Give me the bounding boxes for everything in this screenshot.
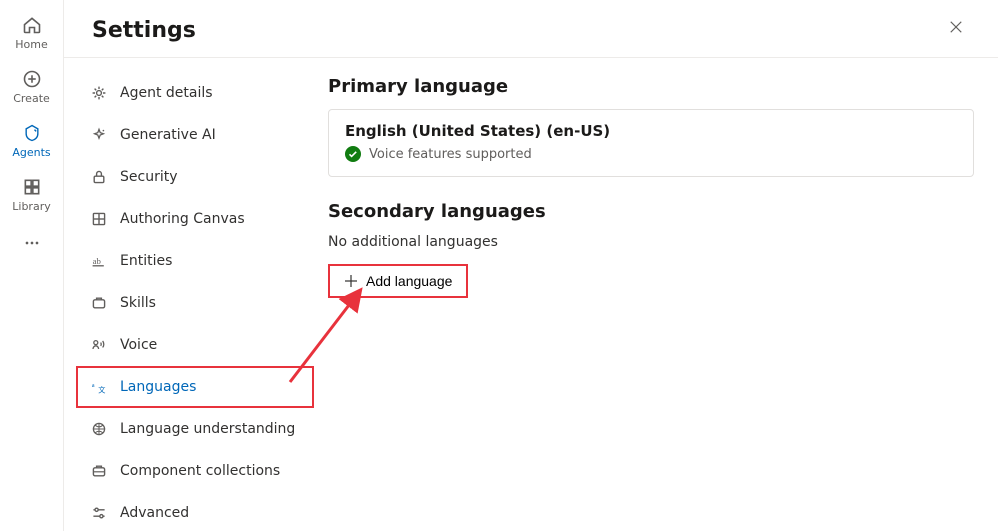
sidebar-item-generative-ai[interactable]: Generative AI — [76, 114, 314, 156]
voice-icon — [90, 336, 108, 354]
svg-text:a: a — [92, 382, 95, 389]
gear-icon — [90, 84, 108, 102]
sidebar-item-voice[interactable]: Voice — [76, 324, 314, 366]
rail-label: Home — [15, 38, 47, 51]
sparkle-icon — [90, 126, 108, 144]
sidebar-item-label: Generative AI — [120, 127, 216, 143]
check-circle-icon — [345, 146, 361, 162]
add-language-highlight: Add language — [328, 264, 468, 298]
sidebar-item-advanced[interactable]: Advanced — [76, 492, 314, 531]
rail-item-create[interactable]: Create — [0, 60, 63, 114]
sidebar-item-skills[interactable]: Skills — [76, 282, 314, 324]
languages-content: Primary language English (United States)… — [314, 58, 998, 531]
rail-label: Create — [13, 92, 50, 105]
skills-icon — [90, 294, 108, 312]
library-icon — [21, 176, 43, 198]
sidebar-item-security[interactable]: Security — [76, 156, 314, 198]
sidebar-item-languages[interactable]: a文 Languages — [76, 366, 314, 408]
agents-icon — [21, 122, 43, 144]
sidebar-item-authoring-canvas[interactable]: Authoring Canvas — [76, 198, 314, 240]
settings-side-nav: Agent details Generative AI Security Aut… — [64, 58, 314, 531]
rail-item-more[interactable] — [0, 224, 63, 263]
page-title: Settings — [92, 18, 942, 43]
sidebar-item-label: Advanced — [120, 505, 189, 521]
sliders-icon — [90, 504, 108, 522]
languages-icon: a文 — [90, 378, 108, 396]
rail-item-library[interactable]: Library — [0, 168, 63, 222]
svg-text:ab: ab — [93, 256, 102, 266]
sidebar-item-language-understanding[interactable]: Language understanding — [76, 408, 314, 450]
global-nav-rail: Home Create Agents Library — [0, 0, 64, 531]
close-icon — [949, 19, 963, 38]
secondary-languages-empty: No additional languages — [328, 234, 974, 250]
sidebar-item-label: Authoring Canvas — [120, 211, 245, 227]
entities-icon: ab — [90, 252, 108, 270]
plus-circle-icon — [21, 68, 43, 90]
sidebar-item-label: Languages — [120, 379, 196, 395]
sidebar-item-entities[interactable]: ab Entities — [76, 240, 314, 282]
canvas-icon — [90, 210, 108, 228]
sidebar-item-component-collections[interactable]: Component collections — [76, 450, 314, 492]
secondary-languages-heading: Secondary languages — [328, 201, 974, 222]
sidebar-item-agent-details[interactable]: Agent details — [76, 72, 314, 114]
rail-label: Agents — [12, 146, 50, 159]
primary-language-name: English (United States) (en-US) — [345, 122, 957, 140]
rail-item-agents[interactable]: Agents — [0, 114, 63, 168]
sidebar-item-label: Security — [120, 169, 178, 185]
primary-language-heading: Primary language — [328, 76, 974, 97]
plus-icon — [344, 274, 358, 288]
sidebar-item-label: Language understanding — [120, 421, 295, 437]
sidebar-item-label: Agent details — [120, 85, 213, 101]
sidebar-item-label: Voice — [120, 337, 157, 353]
lock-icon — [90, 168, 108, 186]
close-button[interactable] — [942, 14, 970, 42]
collections-icon — [90, 462, 108, 480]
voice-supported-text: Voice features supported — [369, 147, 532, 162]
rail-item-home[interactable]: Home — [0, 6, 63, 60]
sidebar-item-label: Skills — [120, 295, 156, 311]
home-icon — [21, 14, 43, 36]
primary-language-card: English (United States) (en-US) Voice fe… — [328, 109, 974, 177]
ellipsis-icon — [21, 232, 43, 254]
rail-label: Library — [12, 200, 50, 213]
settings-panel: Settings Agent details Generative AI — [64, 0, 998, 531]
brain-icon — [90, 420, 108, 438]
add-language-button[interactable]: Add language — [330, 266, 466, 296]
svg-text:文: 文 — [98, 386, 105, 395]
sidebar-item-label: Component collections — [120, 463, 280, 479]
sidebar-item-label: Entities — [120, 253, 172, 269]
add-language-label: Add language — [366, 273, 452, 289]
